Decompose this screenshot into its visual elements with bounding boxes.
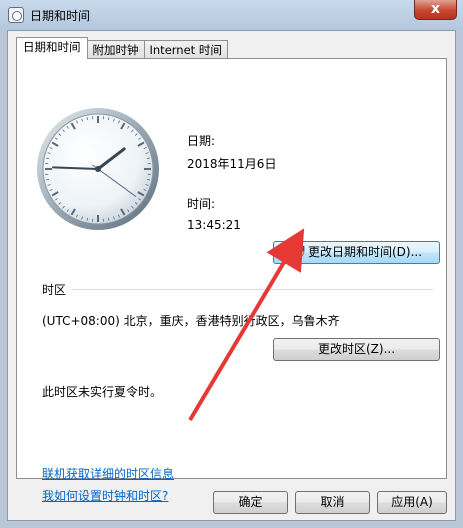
group-divider	[72, 289, 433, 290]
timezone-value: (UTC+08:00) 北京，重庆，香港特别行政区，乌鲁木齐	[42, 314, 340, 328]
change-date-time-label: 更改日期和时间(D)...	[307, 245, 423, 259]
time-label: 时间:	[187, 197, 216, 211]
change-timezone-button[interactable]: 更改时区(Z)...	[273, 338, 440, 361]
ok-button[interactable]: 确定	[213, 491, 288, 514]
tab-additional-clocks[interactable]: 附加时钟	[86, 40, 145, 59]
uac-shield-icon	[291, 244, 305, 259]
title-bar[interactable]: 日期和时间 x	[0, 0, 463, 30]
tab-date-time[interactable]: 日期和时间	[16, 37, 88, 59]
dst-note: 此时区未实行夏令时。	[42, 385, 163, 399]
close-button[interactable]: x	[414, 0, 457, 20]
tab-panel: 日期: 2018年11月6日 时间: 13:45:21 更改日期和时间(D)..…	[16, 58, 447, 503]
timezone-group-label: 时区	[42, 283, 67, 297]
close-icon: x	[430, 1, 441, 17]
cancel-button[interactable]: 取消	[295, 491, 370, 514]
analog-clock-icon	[37, 108, 159, 230]
tab-strip: 日期和时间 附加时钟 Internet 时间	[16, 37, 228, 59]
change-date-time-button[interactable]: 更改日期和时间(D)...	[273, 241, 440, 264]
clock-app-icon	[8, 7, 24, 23]
date-value: 2018年11月6日	[187, 157, 277, 171]
window-title: 日期和时间	[30, 9, 91, 23]
time-value: 13:45:21	[187, 218, 241, 232]
how-to-set-clock-link[interactable]: 我如何设置时钟和时区?	[42, 487, 168, 504]
tab-internet-time[interactable]: Internet 时间	[143, 40, 228, 59]
apply-button[interactable]: 应用(A)	[377, 491, 447, 514]
dialog-body: 日期和时间 附加时钟 Internet 时间 日期: 2018年11月6日 时间…	[7, 30, 456, 521]
online-timezone-info-link[interactable]: 联机获取详细的时区信息	[42, 465, 174, 482]
date-label: 日期:	[187, 134, 216, 148]
